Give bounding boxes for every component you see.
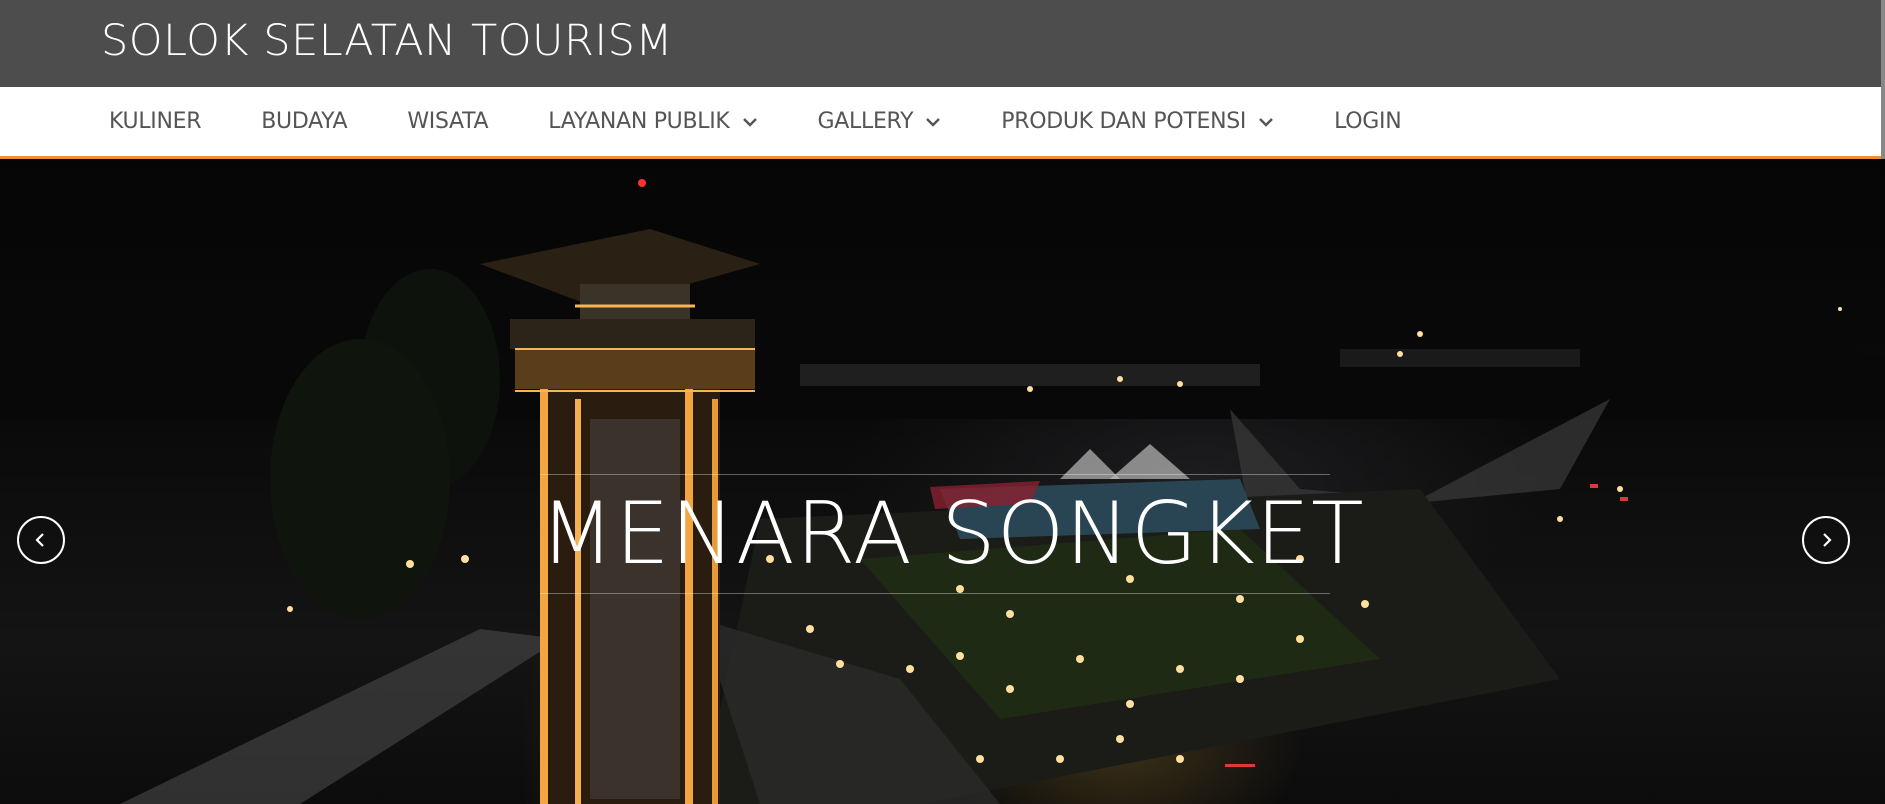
hero-title: MENARA SONGKET: [540, 474, 1364, 594]
nav-item-label: WISATA: [407, 109, 489, 134]
nav-item-layanan-publik[interactable]: LAYANAN PUBLIK: [548, 109, 757, 134]
nav-item-budaya[interactable]: BUDAYA: [261, 109, 347, 134]
chevron-left-icon: [35, 533, 44, 547]
chevron-down-icon: [1258, 116, 1274, 128]
carousel-prev-button[interactable]: [17, 516, 65, 564]
chevron-down-icon: [742, 116, 758, 128]
main-navigation: KULINER BUDAYA WISATA LAYANAN PUBLIK GAL…: [0, 87, 1885, 159]
nav-item-login[interactable]: LOGIN: [1334, 109, 1402, 134]
nav-item-label: LAYANAN PUBLIK: [548, 109, 730, 134]
nav-item-label: GALLERY: [817, 109, 914, 134]
page-scrollbar[interactable]: [1881, 0, 1885, 160]
nav-item-label: BUDAYA: [261, 109, 348, 134]
nav-item-wisata[interactable]: WISATA: [407, 109, 488, 134]
site-title[interactable]: SOLOK SELATAN TOURISM: [101, 14, 673, 68]
nav-item-produk-dan-potensi[interactable]: PRODUK DAN POTENSI: [1001, 109, 1274, 134]
carousel-next-button[interactable]: [1802, 516, 1850, 564]
hero-carousel: MENARA SONGKET: [0, 159, 1885, 804]
nav-item-gallery[interactable]: GALLERY: [818, 109, 942, 134]
brand-header: SOLOK SELATAN TOURISM: [0, 0, 1885, 87]
nav-item-label: PRODUK DAN POTENSI: [1001, 109, 1247, 134]
nav-list: KULINER BUDAYA WISATA LAYANAN PUBLIK GAL…: [109, 87, 1461, 156]
chevron-right-icon: [1823, 533, 1832, 547]
nav-item-kuliner[interactable]: KULINER: [109, 109, 202, 134]
chevron-down-icon: [925, 116, 941, 128]
nav-item-label: LOGIN: [1334, 109, 1402, 134]
nav-item-label: KULINER: [109, 109, 202, 134]
